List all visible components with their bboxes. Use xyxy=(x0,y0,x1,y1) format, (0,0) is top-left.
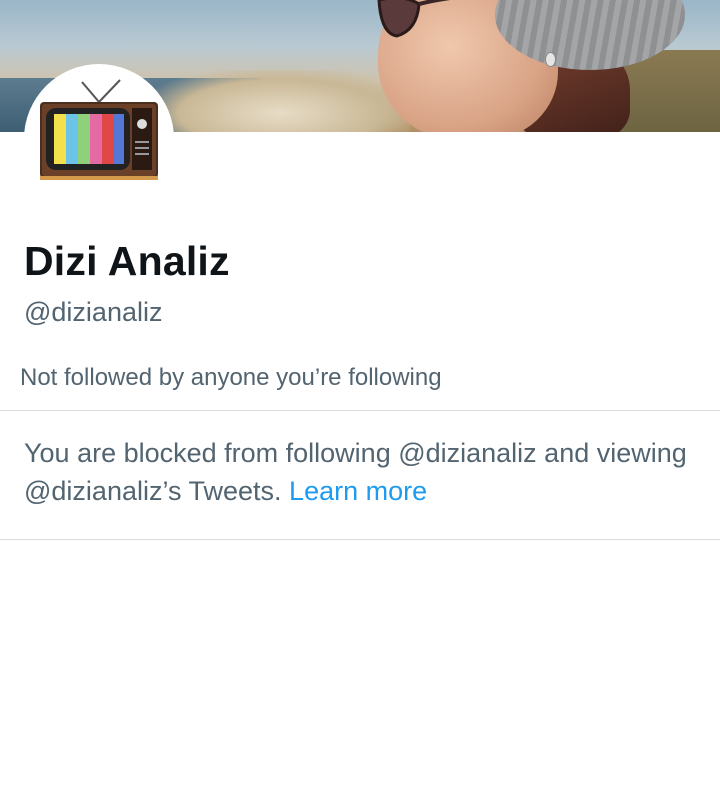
divider xyxy=(0,539,720,540)
banner-cliff xyxy=(150,70,410,132)
profile-handle: @dizianaliz xyxy=(24,297,163,327)
display-name: Dizi Analiz xyxy=(24,238,230,284)
avatar[interactable] xyxy=(24,64,174,214)
banner-earring xyxy=(545,52,556,67)
sunglasses-icon xyxy=(377,0,451,38)
blocked-notice: You are blocked from following @dizianal… xyxy=(24,434,704,510)
retro-tv-icon xyxy=(40,79,158,180)
followers-you-know: Not followed by anyone you’re following xyxy=(20,364,442,391)
learn-more-link[interactable]: Learn more xyxy=(289,476,427,506)
divider xyxy=(0,410,720,411)
